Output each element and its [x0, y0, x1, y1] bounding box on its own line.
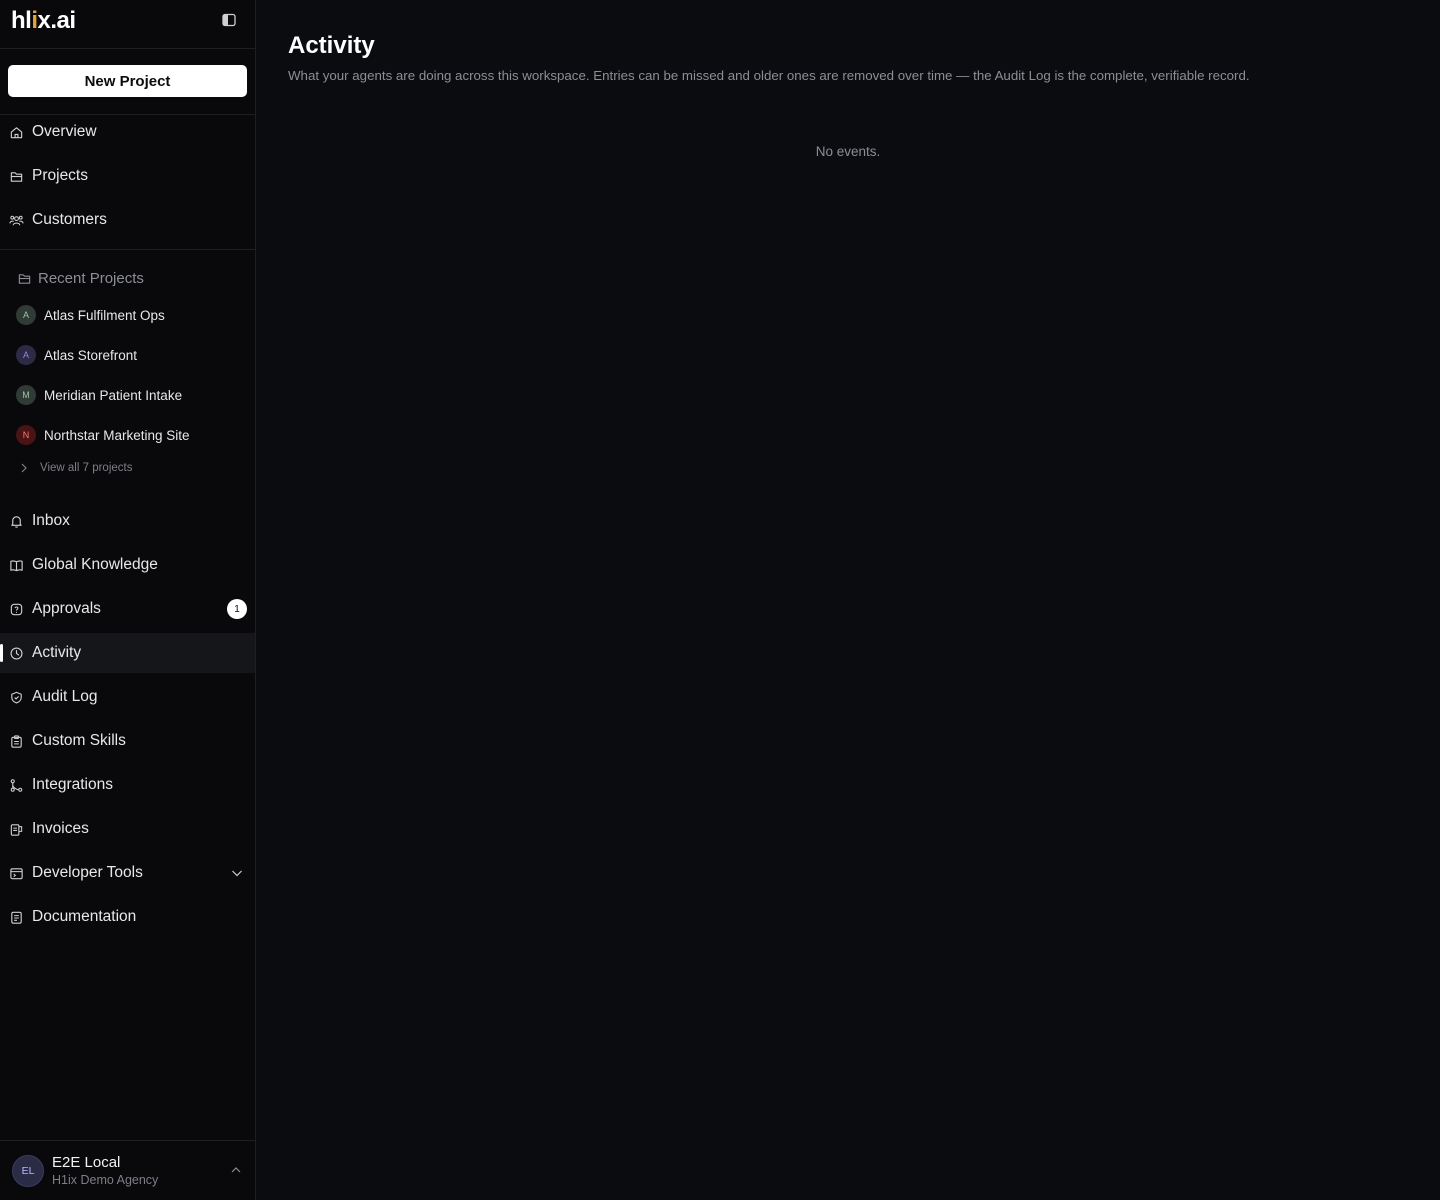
sidebar-item-label: Audit Log — [32, 688, 98, 705]
new-project-button[interactable]: New Project — [8, 65, 247, 97]
sidebar-item-documentation[interactable]: Documentation — [0, 897, 255, 937]
logo[interactable]: hlix.ai — [11, 7, 76, 35]
user-name: E2E Local — [52, 1154, 121, 1171]
sidebar-item-invoices[interactable]: Invoices — [0, 809, 255, 849]
recent-project-item[interactable]: A Atlas Fulfilment Ops — [16, 300, 248, 330]
clipboard-icon — [8, 733, 24, 749]
users-icon — [8, 212, 24, 228]
sidebar-item-label: Approvals — [32, 600, 101, 617]
recent-projects-header: Recent Projects — [16, 270, 144, 287]
folder-icon — [16, 271, 32, 287]
user-info: E2E Local H1ix Demo Agency — [52, 1154, 158, 1187]
sidebar-item-label: Custom Skills — [32, 732, 126, 749]
sidebar-item-label: Integrations — [32, 776, 113, 793]
main-content: Activity What your agents are doing acro… — [256, 0, 1440, 1200]
user-org: H1ix Demo Agency — [52, 1173, 159, 1187]
chevron-right-icon — [18, 462, 30, 474]
home-icon — [8, 124, 24, 140]
project-avatar: A — [16, 345, 36, 365]
folder-icon — [8, 168, 24, 184]
sidebar-item-audit-log[interactable]: Audit Log — [0, 677, 255, 717]
sidebar-item-label: Developer Tools — [32, 864, 143, 881]
sidebar-item-overview[interactable]: Overview — [0, 112, 255, 152]
sidebar-item-global-knowledge[interactable]: Global Knowledge — [0, 545, 255, 585]
project-label: Atlas Storefront — [44, 347, 138, 363]
chevron-down-icon[interactable] — [229, 865, 245, 881]
sidebar-toggle-button[interactable] — [219, 10, 239, 30]
terminal-icon — [8, 865, 24, 881]
approvals-count-badge: 1 — [227, 599, 247, 619]
sidebar: hlix.ai New Project Overview Projects Cu… — [0, 0, 256, 1200]
sidebar-item-label: Activity — [32, 644, 82, 661]
logo-text-suffix: x.ai — [37, 7, 77, 34]
sidebar-item-label: Customers — [32, 211, 107, 228]
brand-row: hlix.ai — [0, 0, 255, 49]
document-icon — [8, 909, 24, 925]
project-avatar: M — [16, 385, 36, 405]
sidebar-item-custom-skills[interactable]: Custom Skills — [0, 721, 255, 761]
project-label: Northstar Marketing Site — [44, 427, 190, 443]
git-branch-icon — [8, 777, 24, 793]
clock-icon — [8, 645, 24, 661]
recent-project-item[interactable]: N Northstar Marketing Site — [16, 420, 248, 450]
page-title: Activity — [288, 32, 375, 59]
sidebar-item-label: Overview — [32, 123, 97, 140]
divider — [0, 249, 255, 250]
sidebar-item-approvals[interactable]: Approvals 1 — [0, 589, 255, 629]
empty-state-message: No events. — [815, 144, 881, 159]
sidebar-item-label: Projects — [32, 167, 88, 184]
project-avatar: A — [16, 305, 36, 325]
project-label: Atlas Fulfilment Ops — [44, 307, 165, 323]
view-all-label: View all 7 projects — [40, 462, 133, 474]
book-icon — [8, 557, 24, 573]
chevron-up-icon — [229, 1163, 243, 1177]
sidebar-item-label: Global Knowledge — [32, 556, 158, 573]
sidebar-item-developer-tools[interactable]: Developer Tools — [0, 853, 255, 893]
invoice-icon — [8, 821, 24, 837]
view-all-projects-link[interactable]: View all 7 projects — [18, 462, 132, 474]
page-subtitle: What your agents are doing across this w… — [288, 68, 1250, 83]
recent-project-item[interactable]: M Meridian Patient Intake — [16, 380, 248, 410]
shield-check-icon — [8, 689, 24, 705]
sidebar-item-label: Invoices — [32, 820, 89, 837]
recent-projects-label: Recent Projects — [38, 270, 144, 287]
user-menu[interactable]: EL E2E Local H1ix Demo Agency — [0, 1140, 255, 1200]
sidebar-item-label: Documentation — [32, 908, 137, 925]
question-icon — [8, 601, 24, 617]
bell-icon — [8, 513, 24, 529]
project-avatar: N — [16, 425, 36, 445]
sidebar-item-inbox[interactable]: Inbox — [0, 501, 255, 541]
avatar: EL — [12, 1154, 44, 1187]
sidebar-item-integrations[interactable]: Integrations — [0, 765, 255, 805]
recent-project-item[interactable]: A Atlas Storefront — [16, 340, 248, 370]
logo-text: hl — [11, 7, 32, 34]
sidebar-toggle-icon — [222, 13, 236, 27]
sidebar-item-activity[interactable]: Activity — [0, 633, 255, 673]
sidebar-item-customers[interactable]: Customers — [0, 200, 255, 240]
sidebar-item-label: Inbox — [32, 512, 70, 529]
sidebar-item-projects[interactable]: Projects — [0, 156, 255, 196]
project-label: Meridian Patient Intake — [44, 387, 183, 403]
